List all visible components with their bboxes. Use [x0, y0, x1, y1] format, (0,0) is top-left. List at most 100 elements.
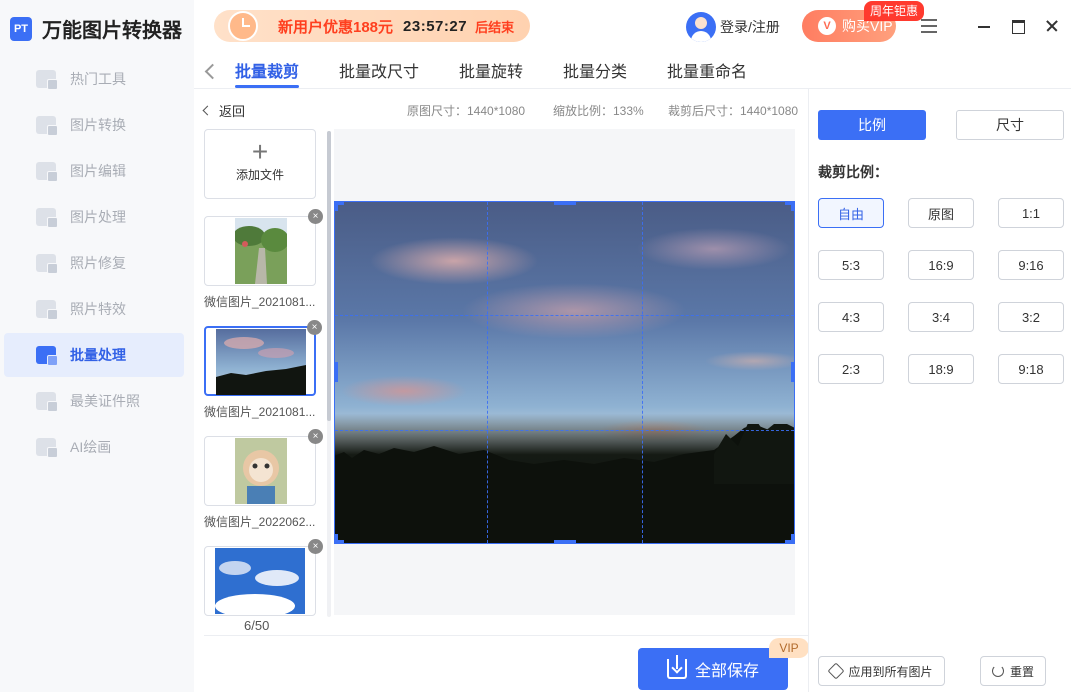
crop-handle-right[interactable]: [791, 362, 795, 382]
promo-countdown: 23:57:27: [403, 18, 467, 35]
sidebar-item-ai-paint[interactable]: AI绘画: [4, 425, 184, 469]
save-all-label: 全部保存: [695, 657, 759, 681]
ratio-3-2-button[interactable]: 3:2: [998, 302, 1064, 332]
sidebar-item-process[interactable]: 图片处理: [4, 195, 184, 239]
add-file-label: 添加文件: [236, 168, 284, 182]
file-list-scrollbar[interactable]: [327, 131, 331, 617]
page-count: 6/50: [244, 618, 269, 633]
ratio-original-button[interactable]: 原图: [908, 198, 974, 228]
crop-handle-bottom-right[interactable]: [791, 534, 795, 544]
crop-handle-bottom[interactable]: [554, 540, 576, 544]
tab-batch-rotate[interactable]: 批量旋转: [459, 58, 523, 88]
reset-button[interactable]: 重置: [980, 656, 1046, 686]
ratio-mode-button[interactable]: 比例: [818, 110, 926, 140]
original-size-info: 原图尺寸：1440*1080: [407, 102, 525, 119]
file-name: 微信图片_2021081...: [204, 293, 318, 310]
repair-icon: [36, 254, 56, 272]
back-button[interactable]: 返回: [204, 101, 245, 120]
sidebar: PT 万能图片转换器 热门工具 图片转换 图片编辑 图片处理 照片修复 照片特效…: [0, 0, 194, 692]
sidebar-item-hot-tools[interactable]: 热门工具: [4, 57, 184, 101]
ratio-free-button[interactable]: 自由: [818, 198, 884, 228]
remove-file-icon[interactable]: ×: [308, 429, 323, 444]
ratio-3-4-button[interactable]: 3:4: [908, 302, 974, 332]
edit-icon: [36, 162, 56, 180]
download-icon: [667, 659, 687, 679]
ratio-1-1-button[interactable]: 1:1: [998, 198, 1064, 228]
reset-label: 重置: [1010, 663, 1034, 680]
tab-batch-rename[interactable]: 批量重命名: [667, 58, 747, 88]
app-logo: PT: [10, 17, 32, 41]
cropped-size-info: 裁剪后尺寸：1440*1080: [668, 102, 798, 119]
back-label: 返回: [219, 101, 245, 120]
apply-to-all-button[interactable]: 应用到所有图片: [818, 656, 945, 686]
avatar-icon: [686, 12, 716, 42]
ratio-16-9-button[interactable]: 16:9: [908, 250, 974, 280]
login-button[interactable]: 登录/注册: [686, 12, 780, 42]
sidebar-item-label: 批量处理: [70, 345, 126, 365]
hot-tools-icon: [36, 70, 56, 88]
crop-selection[interactable]: [334, 201, 795, 544]
ratio-2-3-button[interactable]: 2:3: [818, 354, 884, 384]
close-icon[interactable]: [1040, 14, 1064, 38]
maximize-icon[interactable]: [1006, 14, 1030, 38]
sidebar-item-label: 照片特效: [70, 299, 126, 319]
crop-handle-bottom-left[interactable]: [334, 534, 338, 544]
sidebar-item-label: 最美证件照: [70, 391, 140, 411]
add-file-button[interactable]: + 添加文件: [204, 129, 316, 199]
sidebar-item-convert[interactable]: 图片转换: [4, 103, 184, 147]
remove-file-icon[interactable]: ×: [307, 320, 322, 335]
cube-icon: [828, 663, 845, 680]
sidebar-item-label: AI绘画: [70, 437, 111, 457]
cloudy-sky-image: [215, 548, 305, 614]
ratio-9-16-button[interactable]: 9:16: [998, 250, 1064, 280]
sidebar-item-batch[interactable]: 批量处理: [4, 333, 184, 377]
promo-end-label: 后结束: [475, 17, 514, 36]
sidebar-item-edit[interactable]: 图片编辑: [4, 149, 184, 193]
cat-photo-image: [235, 438, 287, 504]
crop-handle-top-left[interactable]: [334, 201, 338, 211]
sidebar-item-label: 照片修复: [70, 253, 126, 273]
ratio-9-18-button[interactable]: 9:18: [998, 354, 1064, 384]
sidebar-item-label: 图片转换: [70, 115, 126, 135]
vip-badge: VIP: [769, 638, 809, 658]
zoom-info: 缩放比例：133%: [553, 102, 644, 119]
crop-ratio-title: 裁剪比例：: [818, 162, 888, 182]
remove-file-icon[interactable]: ×: [308, 209, 323, 224]
tab-batch-resize[interactable]: 批量改尺寸: [339, 58, 419, 88]
batch-icon: [36, 346, 56, 364]
id-photo-icon: [36, 392, 56, 410]
promo-banner[interactable]: 新用户优惠188元 23:57:27 后结束: [214, 10, 530, 42]
ratio-5-3-button[interactable]: 5:3: [818, 250, 884, 280]
vip-heart-icon: V: [818, 17, 836, 35]
file-thumbnail[interactable]: ×: [204, 546, 316, 616]
scrollbar-thumb[interactable]: [327, 131, 331, 421]
login-label: 登录/注册: [720, 17, 780, 37]
crop-handle-left[interactable]: [334, 362, 338, 382]
minimize-icon[interactable]: [972, 14, 996, 38]
size-mode-button[interactable]: 尺寸: [956, 110, 1064, 140]
remove-file-icon[interactable]: ×: [308, 539, 323, 554]
file-thumbnail[interactable]: ×: [204, 216, 316, 286]
ratio-18-9-button[interactable]: 18:9: [908, 354, 974, 384]
sidebar-item-label: 热门工具: [70, 69, 126, 89]
save-all-button[interactable]: 全部保存: [638, 648, 788, 690]
app-title: 万能图片转换器: [42, 14, 182, 43]
plus-icon: +: [205, 138, 315, 166]
file-thumbnail[interactable]: ×: [204, 436, 316, 506]
menu-icon[interactable]: [921, 19, 937, 33]
sidebar-item-id-photo[interactable]: 最美证件照: [4, 379, 184, 423]
ratio-4-3-button[interactable]: 4:3: [818, 302, 884, 332]
tab-batch-crop[interactable]: 批量裁剪: [235, 58, 299, 88]
tab-batch-classify[interactable]: 批量分类: [563, 58, 627, 88]
tabs-back-chevron-icon[interactable]: [203, 62, 217, 80]
crop-handle-top[interactable]: [554, 201, 576, 205]
effects-icon: [36, 300, 56, 318]
sidebar-item-effects[interactable]: 照片特效: [4, 287, 184, 331]
crop-gridline: [335, 430, 794, 431]
anniversary-tag: 周年钜惠: [864, 1, 924, 21]
file-thumbnail-selected[interactable]: ×: [204, 326, 316, 396]
crop-gridline: [642, 202, 643, 543]
sidebar-item-repair[interactable]: 照片修复: [4, 241, 184, 285]
crop-handle-top-right[interactable]: [791, 201, 795, 211]
garden-path-image: [235, 218, 287, 284]
